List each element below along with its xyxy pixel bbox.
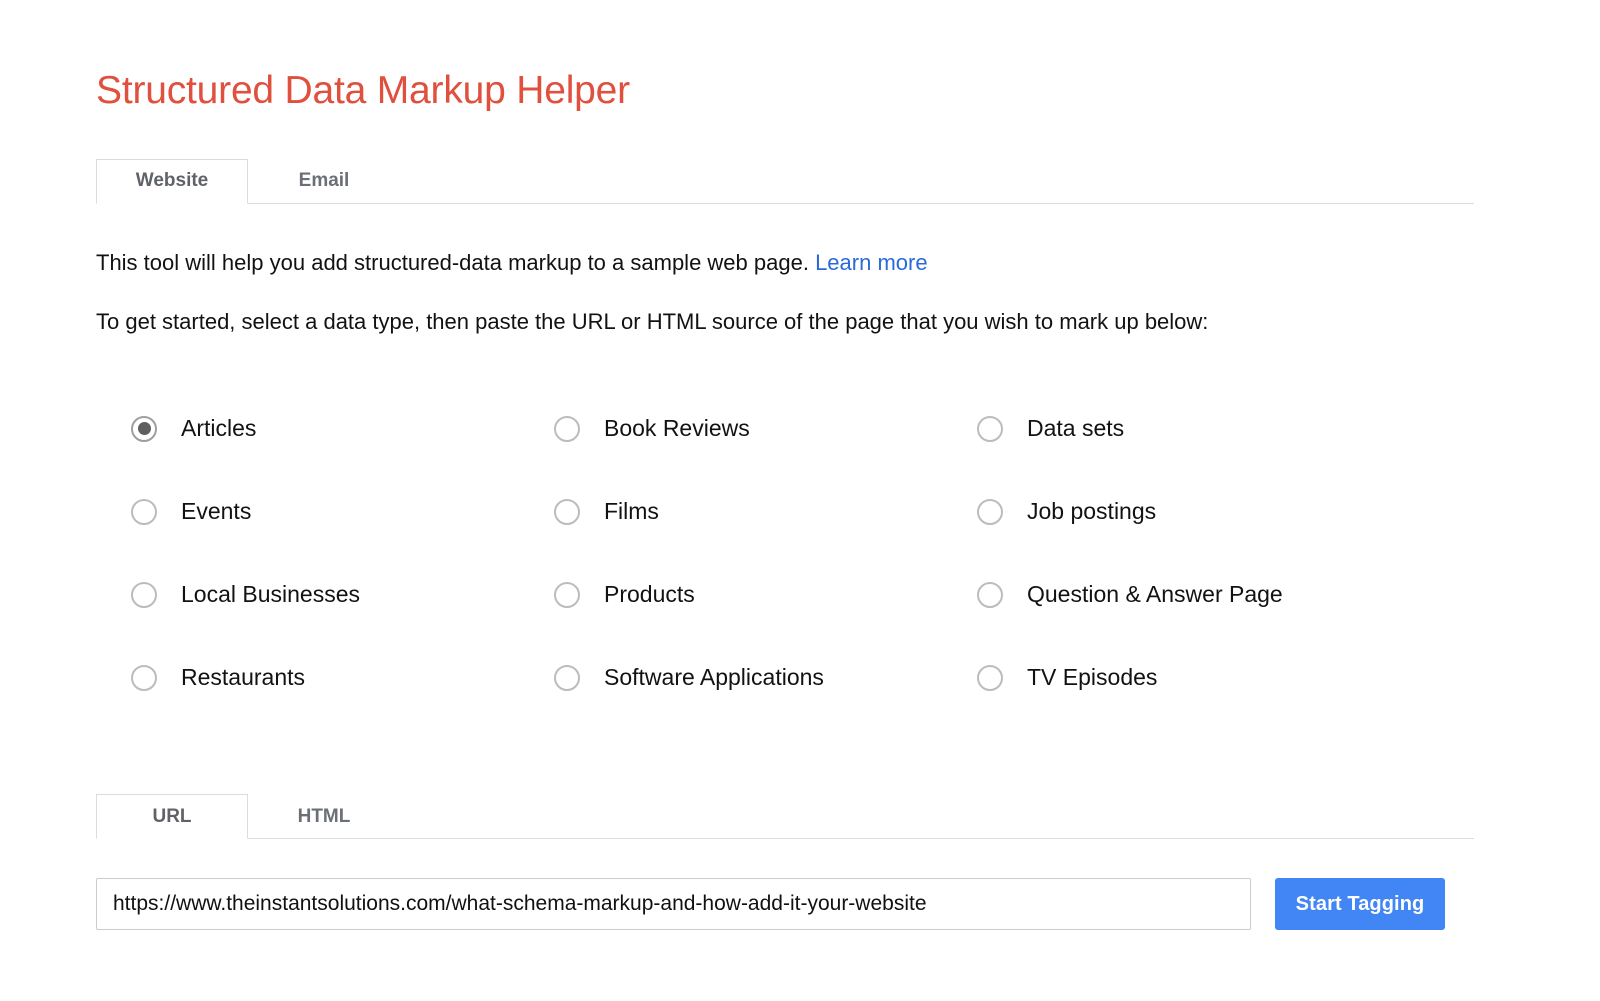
radio-knob-icon <box>131 415 157 442</box>
url-input[interactable] <box>96 878 1251 931</box>
radio-knob-icon <box>977 581 1003 608</box>
radio-option-question-answer-page[interactable]: Question & Answer Page <box>942 553 1474 636</box>
tab-html[interactable]: HTML <box>248 794 400 838</box>
tab-url[interactable]: URL <box>96 794 248 840</box>
radio-label: Software Applications <box>604 664 824 691</box>
radio-option-local-businesses[interactable]: Local Businesses <box>96 553 519 636</box>
tab-website[interactable]: Website <box>96 158 248 204</box>
intro-paragraph: This tool will help you add structured-d… <box>96 204 1474 278</box>
instructions-paragraph: To get started, select a data type, then… <box>96 308 1209 334</box>
start-tagging-button[interactable]: Start Tagging <box>1275 878 1445 931</box>
learn-more-link[interactable]: Learn more <box>815 250 928 275</box>
radio-knob-icon <box>554 664 580 691</box>
tab-email-label: Email <box>298 170 350 192</box>
source-tab-strip: URL HTML <box>96 794 1474 840</box>
radio-label: TV Episodes <box>1027 664 1158 691</box>
radio-label: Films <box>604 498 659 525</box>
radio-option-films[interactable]: Films <box>519 470 942 553</box>
page-title: Structured Data Markup Helper <box>96 69 630 112</box>
radio-option-book-reviews[interactable]: Book Reviews <box>519 387 942 470</box>
radio-knob-icon <box>131 498 157 525</box>
url-form: Start Tagging <box>96 878 1474 931</box>
radio-knob-icon <box>977 498 1003 525</box>
radio-option-data-sets[interactable]: Data sets <box>942 387 1474 470</box>
radio-label: Products <box>604 581 695 608</box>
radio-label: Articles <box>181 415 257 442</box>
radio-knob-icon <box>554 415 580 442</box>
tab-url-label: URL <box>152 805 192 827</box>
radio-knob-icon <box>977 415 1003 442</box>
radio-option-tv-episodes[interactable]: TV Episodes <box>942 636 1474 719</box>
tab-html-label: HTML <box>297 805 351 827</box>
tab-website-label: Website <box>135 170 209 192</box>
radio-option-articles[interactable]: Articles <box>96 387 519 470</box>
radio-option-restaurants[interactable]: Restaurants <box>96 636 519 719</box>
radio-label: Book Reviews <box>604 415 750 442</box>
intro-sentence: This tool will help you add structured-d… <box>96 249 809 275</box>
radio-knob-icon <box>131 664 157 691</box>
radio-label: Job postings <box>1027 498 1157 525</box>
radio-label: Data sets <box>1027 415 1125 442</box>
radio-option-products[interactable]: Products <box>519 553 942 636</box>
structured-data-markup-helper-page: Structured Data Markup Helper Website Em… <box>0 0 1600 1001</box>
radio-label: Question & Answer Page <box>1027 581 1283 608</box>
radio-knob-icon <box>131 581 157 608</box>
radio-option-events[interactable]: Events <box>96 470 519 553</box>
data-type-radio-group: Articles Book Reviews Data sets Events F… <box>96 387 1474 719</box>
mode-tab-strip: Website Email <box>96 158 1474 204</box>
radio-knob-icon <box>554 581 580 608</box>
radio-knob-icon <box>554 498 580 525</box>
radio-option-software-applications[interactable]: Software Applications <box>519 636 942 719</box>
radio-label: Restaurants <box>181 664 306 691</box>
radio-label: Local Businesses <box>181 581 360 608</box>
tab-email[interactable]: Email <box>248 159 400 203</box>
radio-label: Events <box>181 498 252 525</box>
radio-option-job-postings[interactable]: Job postings <box>942 470 1474 553</box>
radio-knob-icon <box>977 664 1003 691</box>
page-content: Structured Data Markup Helper Website Em… <box>96 0 1474 931</box>
